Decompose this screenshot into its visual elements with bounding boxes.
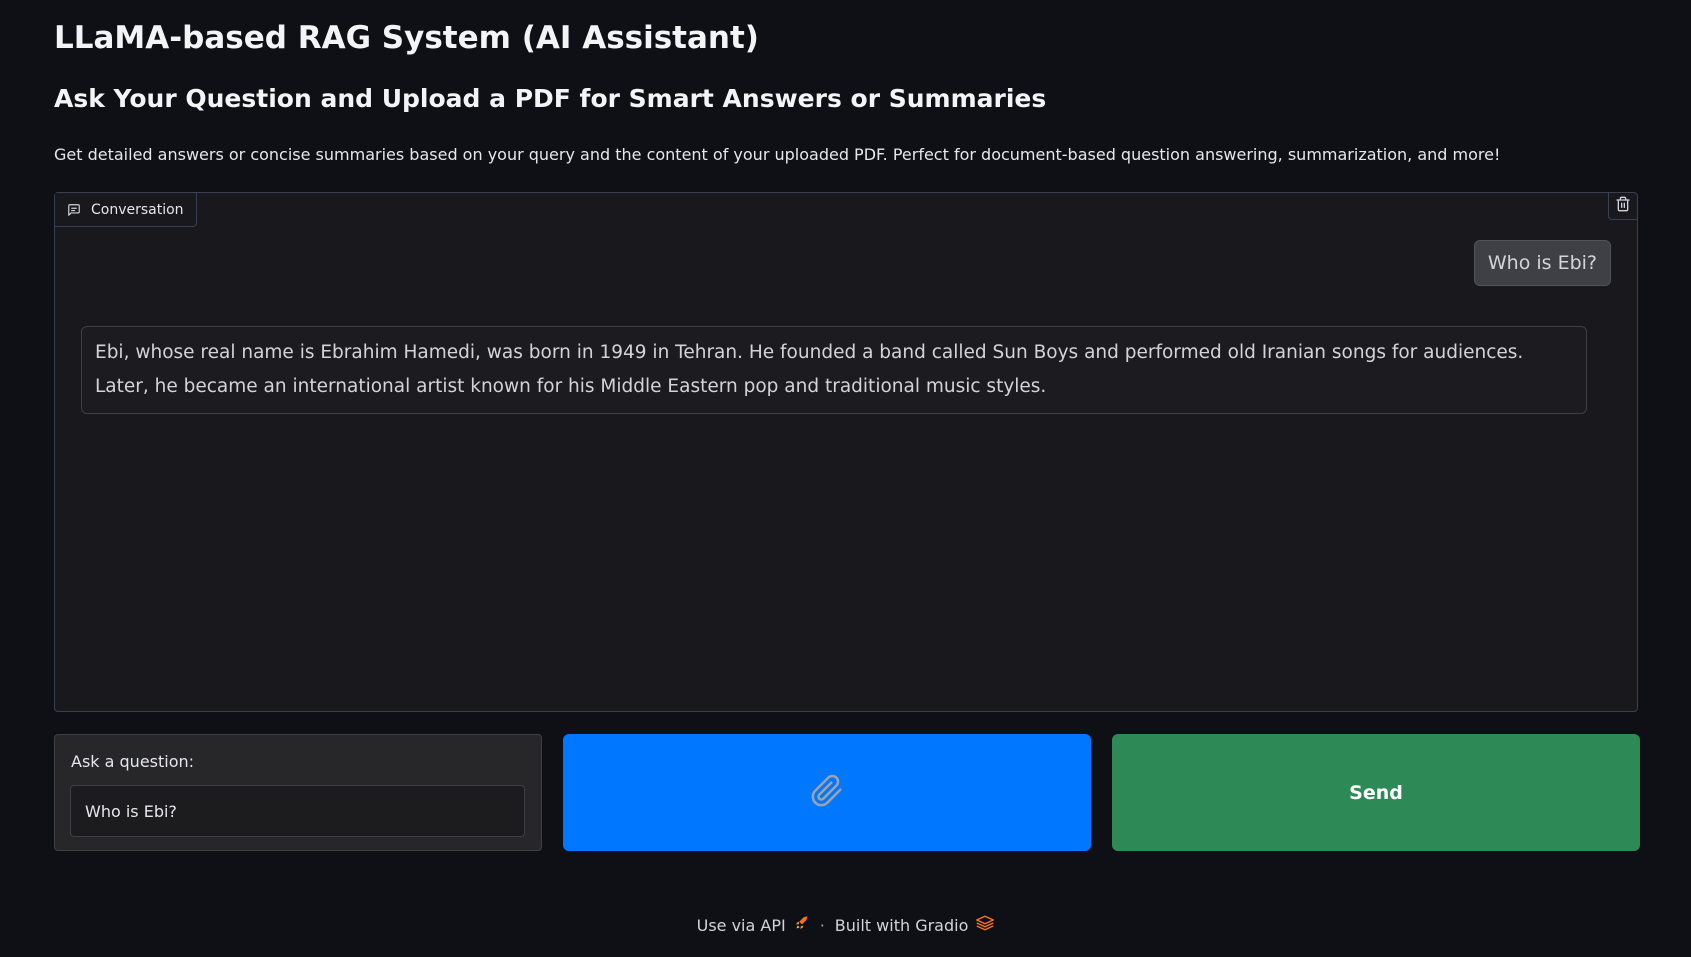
question-label: Ask a question: bbox=[71, 752, 195, 771]
use-via-api-link[interactable]: Use via API bbox=[697, 915, 810, 935]
trash-icon bbox=[1615, 196, 1631, 216]
assistant-message: Ebi, whose real name is Ebrahim Hamedi, … bbox=[81, 326, 1587, 414]
chatbot-label-text: Conversation bbox=[91, 201, 184, 218]
chatbot-label: Conversation bbox=[55, 193, 197, 227]
built-with-gradio-label: Built with Gradio bbox=[834, 915, 969, 935]
question-panel: Ask a question: bbox=[54, 734, 542, 851]
user-message: Who is Ebi? bbox=[1473, 240, 1611, 286]
footer: Use via API · Built with Gradio bbox=[0, 915, 1691, 935]
page-description: Get detailed answers or concise summarie… bbox=[54, 145, 1501, 164]
gradio-logo-icon bbox=[976, 915, 995, 935]
question-input[interactable] bbox=[70, 785, 525, 837]
use-via-api-label: Use via API bbox=[696, 915, 786, 935]
chat-bubble-icon bbox=[67, 203, 81, 217]
app-page: LLaMA-based RAG System (AI Assistant) As… bbox=[0, 0, 1691, 957]
attach-pdf-button[interactable] bbox=[563, 734, 1091, 851]
clear-chat-button[interactable] bbox=[1608, 193, 1637, 220]
chatbot-panel: Conversation Who is Ebi? Ebi, whose real… bbox=[54, 192, 1638, 712]
footer-separator: · bbox=[819, 915, 825, 935]
rocket-icon bbox=[794, 915, 810, 935]
page-title: LLaMA-based RAG System (AI Assistant) bbox=[54, 20, 759, 56]
send-button[interactable]: Send bbox=[1112, 734, 1640, 851]
built-with-gradio-link[interactable]: Built with Gradio bbox=[835, 915, 995, 935]
paperclip-icon bbox=[810, 774, 844, 811]
page-subtitle: Ask Your Question and Upload a PDF for S… bbox=[54, 84, 1047, 113]
